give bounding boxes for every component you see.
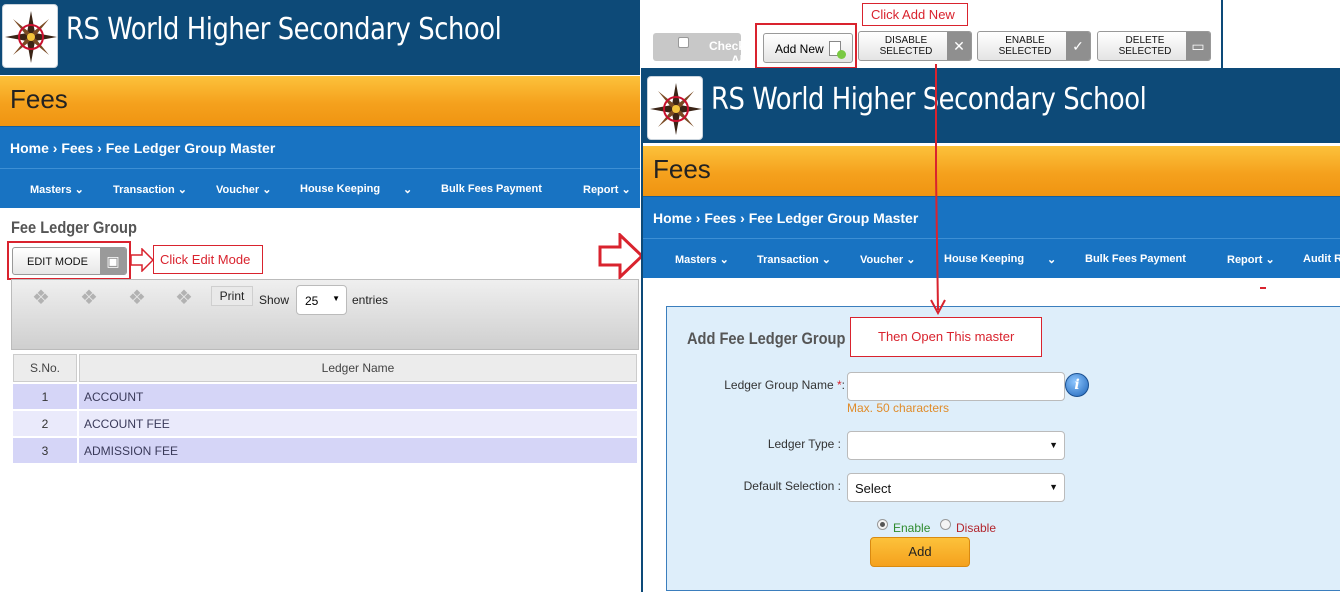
add-button[interactable]: Add [870,537,970,567]
breadcrumb-text[interactable]: Home › Fees › Fee Ledger Group Master [10,140,275,156]
edit-mode-highlight [7,241,131,280]
breadcrumb-text[interactable]: Home › Fees › Fee Ledger Group Master [653,210,918,226]
enable-label-2: SELECTED [998,46,1052,57]
default-selection-select[interactable]: Select ▼ [847,473,1065,502]
menu-house-keeping[interactable]: House Keeping [300,183,380,195]
entries-select[interactable]: 25 ▼ [296,285,347,315]
ledger-group-name-label: Ledger Group Name *: [724,378,845,392]
ledger-group-name-input[interactable] [847,372,1065,401]
click-add-new-note: Click Add New [862,3,968,26]
menu-voucher[interactable]: Voucher ⌄ [216,183,271,196]
menu-transaction[interactable]: Transaction ⌄ [757,253,831,266]
max-length-hint: Max. 50 characters [847,401,950,415]
table-row[interactable]: 2 ACCOUNT FEE [13,411,637,436]
ledger-table: S.No. Ledger Name 1 ACCOUNT 2 ACCOUNT FE… [11,352,639,465]
delete-label: DELETE [1125,35,1165,46]
school-name: RS World Higher Secondary School [66,12,502,47]
menu-house-keeping[interactable]: House Keeping [944,253,1024,265]
disable-radio[interactable] [940,519,951,530]
menu-bulk-fees-payment[interactable]: Bulk Fees Payment [1085,253,1186,265]
menu-house-keeping-arrow[interactable]: ⌄ [403,183,412,196]
cell-ledger-name: ACCOUNT [79,384,637,409]
red-mark [1260,287,1266,289]
table-row[interactable]: 3 ADMISSION FEE [13,438,637,463]
chevron-down-icon: ▼ [332,294,340,303]
cell-sno: 2 [13,411,77,436]
module-title: Fees [653,154,711,184]
delete-selected-button[interactable]: DELETE SELECTED ▭ [1097,31,1211,61]
x-icon: ✕ [947,32,971,60]
site-header: RS World Higher Secondary School [643,68,1340,143]
ledger-type-select[interactable]: ▼ [847,431,1065,460]
default-selection-value: Select [855,481,892,496]
connector-arrow-icon [930,64,946,316]
check-all-button[interactable]: Check All [653,33,746,67]
disable-label: DISABLE [884,35,928,46]
main-menu: Masters ⌄ Transaction ⌄ Voucher ⌄ House … [643,238,1340,278]
add-new-highlight [755,23,857,69]
module-band: Fees [0,76,640,126]
menu-report[interactable]: Report ⌄ [583,183,631,196]
menu-masters[interactable]: Masters ⌄ [30,183,84,196]
puzzle-icon[interactable]: ❖ [128,285,146,310]
menu-house-keeping-arrow[interactable]: ⌄ [1047,253,1056,266]
cell-ledger-name: ADMISSION FEE [79,438,637,463]
site-header: RS World Higher Secondary School [0,0,640,75]
check-icon: ✓ [1066,32,1090,60]
chevron-down-icon: ▼ [1049,482,1058,492]
disable-label-2: SELECTED [879,46,933,57]
puzzle-icon[interactable]: ❖ [80,285,98,310]
left-screenshot: RS World Higher Secondary School Fees Ho… [0,0,640,467]
print-button[interactable]: Print [211,286,253,306]
module-band: Fees [643,146,1340,196]
page-title: Fee Ledger Group [11,218,137,237]
entries-value: 25 [305,294,319,308]
cell-sno: 3 [13,438,77,463]
school-logo[interactable] [2,4,58,68]
check-all-checkbox[interactable] [678,37,689,48]
check-all-label: Check [709,39,746,53]
info-icon[interactable]: i [1065,373,1089,397]
school-logo[interactable] [647,76,703,140]
cell-ledger-name: ACCOUNT FEE [79,411,637,436]
enable-selected-button[interactable]: ENABLE SELECTED ✓ [977,31,1091,61]
show-label: Show [259,293,290,307]
table-row[interactable]: 1 ACCOUNT [13,384,637,409]
enable-radio[interactable] [877,519,888,530]
main-menu: Masters ⌄ Transaction ⌄ Voucher ⌄ House … [0,168,640,208]
column-header-sno[interactable]: S.No. [13,354,77,382]
default-selection-label: Default Selection : [743,479,841,493]
menu-voucher[interactable]: Voucher ⌄ [860,253,915,266]
callout-arrow-icon [130,248,154,272]
disable-label[interactable]: Disable [956,521,996,535]
ledger-type-label: Ledger Type : [767,437,841,451]
menu-audit[interactable]: Audit R [1303,253,1340,265]
column-header-ledger-name[interactable]: Ledger Name [79,354,637,382]
check-all-label-2: All [731,53,747,67]
menu-masters[interactable]: Masters ⌄ [675,253,729,266]
disable-selected-button[interactable]: DISABLE SELECTED ✕ [858,31,972,61]
puzzle-icon[interactable]: ❖ [175,285,193,310]
click-edit-mode-note: Click Edit Mode [153,245,263,274]
trash-icon: ▭ [1186,32,1210,60]
breadcrumb: Home › Fees › Fee Ledger Group Master [643,196,1340,238]
enable-label: ENABLE [1005,35,1045,46]
transition-arrow-icon [598,233,644,279]
table-toolbar: ❖ ❖ ❖ ❖ Print Show 25 ▼ entries [11,279,639,350]
puzzle-icon[interactable]: ❖ [32,285,50,310]
then-open-note: Then Open This master [850,317,1042,357]
delete-label-2: SELECTED [1118,46,1172,57]
menu-report[interactable]: Report ⌄ [1227,253,1275,266]
cell-sno: 1 [13,384,77,409]
chevron-down-icon: ▼ [1049,440,1058,450]
menu-transaction[interactable]: Transaction ⌄ [113,183,187,196]
breadcrumb: Home › Fees › Fee Ledger Group Master [0,126,640,168]
module-title: Fees [10,84,68,114]
enable-label[interactable]: Enable [893,521,930,535]
entries-label: entries [352,293,389,307]
menu-bulk-fees-payment[interactable]: Bulk Fees Payment [441,183,542,195]
form-title: Add Fee Ledger Group [687,329,846,348]
